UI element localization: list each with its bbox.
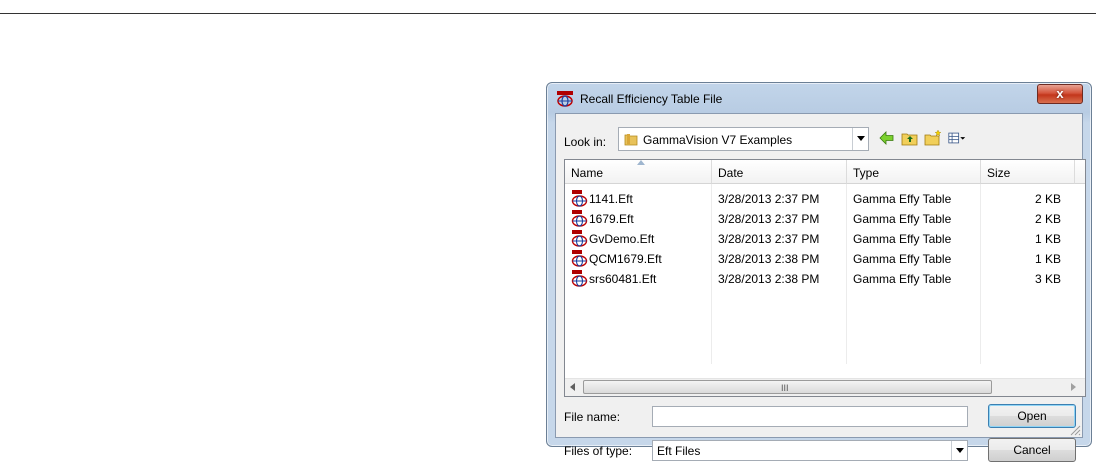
eft-file-icon xyxy=(571,270,588,287)
app-logo-icon xyxy=(557,91,573,107)
horizontal-scrollbar[interactable]: III xyxy=(565,378,1085,396)
column-header-label: Type xyxy=(853,166,880,180)
file-row[interactable]: 1679.Eft 3/28/2013 2:37 PM Gamma Effy Ta… xyxy=(565,209,1085,229)
scroll-right-icon[interactable] xyxy=(1071,383,1076,391)
close-button[interactable]: x xyxy=(1037,84,1083,104)
file-size: 3 KB xyxy=(1035,272,1062,286)
file-name: 1141.Eft xyxy=(589,192,633,206)
column-header-label: Name xyxy=(571,166,604,180)
open-button[interactable]: Open xyxy=(988,404,1076,428)
file-name: srs60481.Eft xyxy=(589,272,657,286)
scroll-left-icon[interactable] xyxy=(570,383,575,391)
sort-ascending-icon xyxy=(637,160,645,165)
file-row[interactable]: QCM1679.Eft 3/28/2013 2:38 PM Gamma Effy… xyxy=(565,249,1085,269)
files-of-type-label: Files of type: xyxy=(564,444,633,458)
file-name: GvDemo.Eft xyxy=(589,232,655,246)
file-list[interactable]: Name Date Type Size 1141.Eft 3/28/2013 2… xyxy=(564,159,1086,397)
cancel-button[interactable]: Cancel xyxy=(988,438,1076,462)
folder-icon xyxy=(624,134,638,146)
view-menu-icon[interactable] xyxy=(948,129,966,147)
file-name: QCM1679.Eft xyxy=(589,252,662,266)
file-type: Gamma Effy Table xyxy=(853,272,952,286)
file-name-label: File name: xyxy=(564,410,621,424)
dialog-client: Look in: GammaVision V7 Examples Name Da… xyxy=(555,113,1086,462)
recall-efficiency-dialog: Recall Efficiency Table File x Look in: … xyxy=(546,82,1092,462)
file-name-input[interactable] xyxy=(652,406,968,427)
column-header-size[interactable]: Size xyxy=(981,160,1075,184)
files-of-type-value: Eft Files xyxy=(657,444,701,458)
file-size: 1 KB xyxy=(1035,232,1062,246)
column-header-filler xyxy=(1075,160,1085,184)
file-date: 3/28/2013 2:38 PM xyxy=(718,272,820,286)
file-date: 3/28/2013 2:37 PM xyxy=(718,192,820,206)
file-size: 2 KB xyxy=(1035,212,1062,226)
column-header-label: Size xyxy=(987,166,1011,180)
file-row[interactable]: 1141.Eft 3/28/2013 2:37 PM Gamma Effy Ta… xyxy=(565,189,1085,209)
scrollbar-grip: III xyxy=(781,383,789,393)
eft-file-icon xyxy=(571,230,588,247)
new-folder-icon[interactable] xyxy=(924,129,942,147)
dialog-title: Recall Efficiency Table File xyxy=(580,92,723,106)
file-row[interactable]: srs60481.Eft 3/28/2013 2:38 PM Gamma Eff… xyxy=(565,269,1085,289)
file-row[interactable]: GvDemo.Eft 3/28/2013 2:37 PM Gamma Effy … xyxy=(565,229,1085,249)
title-bar[interactable]: Recall Efficiency Table File x xyxy=(547,83,1091,113)
column-header-label: Date xyxy=(718,166,744,180)
column-header-name[interactable]: Name xyxy=(565,160,712,184)
look-in-dropdown[interactable]: GammaVision V7 Examples xyxy=(618,127,869,151)
eft-file-icon xyxy=(571,190,588,207)
look-in-value: GammaVision V7 Examples xyxy=(643,133,793,147)
file-size: 1 KB xyxy=(1035,252,1062,266)
chevron-down-icon xyxy=(857,136,865,141)
file-size: 2 KB xyxy=(1035,192,1062,206)
file-type: Gamma Effy Table xyxy=(853,232,952,246)
file-date: 3/28/2013 2:37 PM xyxy=(718,232,820,246)
column-header-date[interactable]: Date xyxy=(712,160,847,184)
file-date: 3/28/2013 2:37 PM xyxy=(718,212,820,226)
column-header-type[interactable]: Type xyxy=(847,160,981,184)
look-in-dropdown-button[interactable] xyxy=(852,128,868,150)
eft-file-icon xyxy=(571,250,588,267)
top-divider xyxy=(0,13,1096,14)
up-folder-icon[interactable] xyxy=(901,129,919,147)
eft-file-icon xyxy=(571,210,588,227)
resize-grip-icon[interactable] xyxy=(1069,424,1081,436)
file-name: 1679.Eft xyxy=(589,212,634,226)
file-type: Gamma Effy Table xyxy=(853,212,952,226)
file-type: Gamma Effy Table xyxy=(853,192,952,206)
file-type: Gamma Effy Table xyxy=(853,252,952,266)
file-date: 3/28/2013 2:38 PM xyxy=(718,252,820,266)
look-in-label: Look in: xyxy=(564,135,607,149)
scrollbar-thumb[interactable]: III xyxy=(583,380,992,394)
back-arrow-icon[interactable] xyxy=(878,129,896,147)
